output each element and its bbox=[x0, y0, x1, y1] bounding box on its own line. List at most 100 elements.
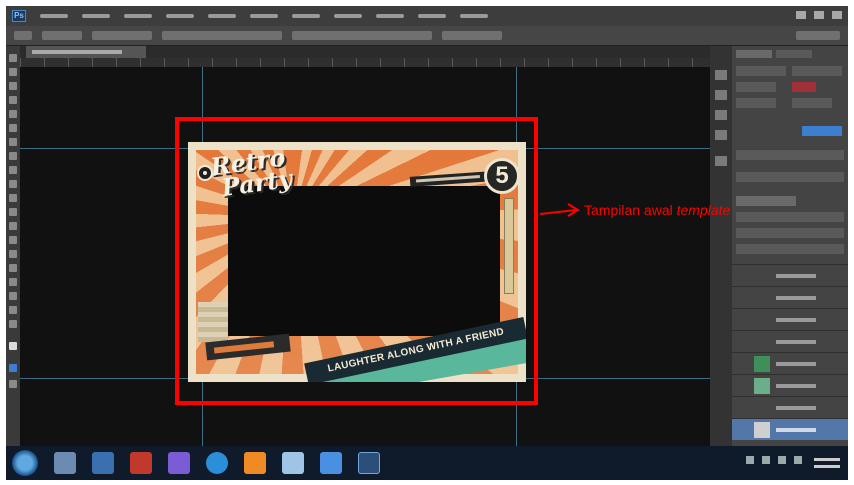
tool-preset-picker[interactable] bbox=[14, 31, 32, 40]
maximize-icon[interactable] bbox=[814, 11, 824, 19]
annotation: Tampilan awal template bbox=[540, 202, 730, 218]
distribute-buttons[interactable] bbox=[292, 31, 432, 40]
character-panel-tab[interactable] bbox=[736, 50, 772, 58]
app-taskbar-icon[interactable] bbox=[244, 452, 266, 474]
layer-item[interactable] bbox=[732, 286, 848, 308]
layer-item[interactable] bbox=[732, 308, 848, 330]
network-icon[interactable] bbox=[762, 456, 770, 464]
history-brush-tool-icon[interactable] bbox=[9, 180, 17, 188]
text-color-swatch[interactable] bbox=[792, 82, 816, 92]
gradient-tool-icon[interactable] bbox=[9, 208, 17, 216]
menu-item-select[interactable] bbox=[250, 14, 278, 18]
tools-panel bbox=[6, 46, 20, 446]
tray-arrow-icon[interactable] bbox=[746, 456, 754, 464]
horizontal-ruler bbox=[20, 58, 746, 67]
document-tab[interactable] bbox=[26, 46, 146, 58]
eyedropper-tool-icon[interactable] bbox=[9, 124, 17, 132]
layer-item[interactable] bbox=[732, 396, 848, 418]
minimize-icon[interactable] bbox=[796, 11, 806, 19]
healing-tool-icon[interactable] bbox=[9, 138, 17, 146]
marquee-tool-icon[interactable] bbox=[9, 68, 17, 76]
move-tool-icon[interactable] bbox=[9, 54, 17, 62]
layer-item[interactable] bbox=[732, 374, 848, 396]
lasso-tool-icon[interactable] bbox=[9, 82, 17, 90]
app-taskbar-icon[interactable] bbox=[320, 452, 342, 474]
leading-field[interactable] bbox=[792, 98, 832, 108]
layer-item[interactable] bbox=[732, 330, 848, 352]
app-taskbar-icon[interactable] bbox=[92, 452, 114, 474]
menu-item-window[interactable] bbox=[418, 14, 446, 18]
layers-panel-tab[interactable] bbox=[736, 196, 796, 206]
quick-select-tool-icon[interactable] bbox=[9, 96, 17, 104]
tracking-field[interactable] bbox=[736, 98, 776, 108]
type-tool-icon[interactable] bbox=[9, 264, 17, 272]
flag-icon[interactable] bbox=[794, 456, 802, 464]
font-family-select[interactable] bbox=[736, 66, 786, 76]
blend-mode-row[interactable] bbox=[736, 228, 844, 238]
shape-tool-icon[interactable] bbox=[9, 292, 17, 300]
actions-panel-icon[interactable] bbox=[715, 130, 727, 140]
start-button-icon[interactable] bbox=[12, 450, 38, 476]
menu-item-file[interactable] bbox=[40, 14, 68, 18]
explorer-taskbar-icon[interactable] bbox=[54, 452, 76, 474]
crop-tool-icon[interactable] bbox=[9, 110, 17, 118]
menu-bar: Ps bbox=[6, 6, 848, 26]
layer-item-selected[interactable] bbox=[732, 418, 848, 440]
align-buttons[interactable] bbox=[162, 31, 282, 40]
font-size-field[interactable] bbox=[736, 82, 776, 92]
baseline-shift-field[interactable] bbox=[802, 126, 842, 136]
lock-row[interactable] bbox=[736, 244, 844, 254]
zoom-tool-icon[interactable] bbox=[9, 320, 17, 328]
properties-panel-icon[interactable] bbox=[715, 90, 727, 100]
clone-stamp-tool-icon[interactable] bbox=[9, 166, 17, 174]
dodge-tool-icon[interactable] bbox=[9, 236, 17, 244]
workspace-switcher[interactable] bbox=[796, 31, 840, 40]
layer-group[interactable] bbox=[732, 264, 848, 286]
windows-taskbar bbox=[6, 446, 848, 480]
app-taskbar-icon[interactable] bbox=[130, 452, 152, 474]
system-tray bbox=[746, 456, 802, 464]
quick-mask-icon[interactable] bbox=[9, 364, 17, 372]
paragraph-panel-icon[interactable] bbox=[715, 156, 727, 166]
transform-controls-checkbox[interactable] bbox=[92, 31, 152, 40]
layer-filter-bar[interactable] bbox=[736, 212, 844, 222]
app-taskbar-icon[interactable] bbox=[282, 452, 304, 474]
menu-item-edit[interactable] bbox=[82, 14, 110, 18]
blur-tool-icon[interactable] bbox=[9, 222, 17, 230]
history-panel-icon[interactable] bbox=[715, 70, 727, 80]
highlight-box bbox=[175, 117, 538, 405]
menu-item-help[interactable] bbox=[460, 14, 488, 18]
path-selection-tool-icon[interactable] bbox=[9, 278, 17, 286]
hand-tool-icon[interactable] bbox=[9, 306, 17, 314]
type-style-buttons[interactable] bbox=[736, 150, 844, 160]
screen-mode-icon[interactable] bbox=[9, 380, 17, 388]
annotation-label: Tampilan awal bbox=[584, 202, 673, 218]
document-tab-bar bbox=[20, 46, 746, 58]
layer-item[interactable] bbox=[732, 352, 848, 374]
photoshop-logo-icon: Ps bbox=[12, 10, 26, 22]
volume-icon[interactable] bbox=[778, 456, 786, 464]
clock[interactable] bbox=[814, 454, 840, 472]
paragraph-panel-tab[interactable] bbox=[776, 50, 812, 58]
brush-tool-icon[interactable] bbox=[9, 152, 17, 160]
3d-mode-buttons[interactable] bbox=[442, 31, 502, 40]
pen-tool-icon[interactable] bbox=[9, 250, 17, 258]
photoshop-taskbar-icon[interactable] bbox=[358, 452, 380, 474]
eraser-tool-icon[interactable] bbox=[9, 194, 17, 202]
info-panel-icon[interactable] bbox=[715, 110, 727, 120]
app-taskbar-icon[interactable] bbox=[168, 452, 190, 474]
menu-item-3d[interactable] bbox=[334, 14, 362, 18]
menu-item-layer[interactable] bbox=[166, 14, 194, 18]
menu-item-type[interactable] bbox=[208, 14, 236, 18]
menu-item-image[interactable] bbox=[124, 14, 152, 18]
browser-taskbar-icon[interactable] bbox=[206, 452, 228, 474]
auto-select-dropdown[interactable] bbox=[42, 31, 82, 40]
menu-item-filter[interactable] bbox=[292, 14, 320, 18]
close-icon[interactable] bbox=[832, 11, 842, 19]
menu-item-view[interactable] bbox=[376, 14, 404, 18]
foreground-color-swatch[interactable] bbox=[9, 342, 17, 350]
options-bar bbox=[6, 26, 848, 46]
annotation-label-italic: template bbox=[676, 202, 731, 218]
opentype-buttons[interactable] bbox=[736, 172, 844, 182]
font-style-select[interactable] bbox=[792, 66, 842, 76]
